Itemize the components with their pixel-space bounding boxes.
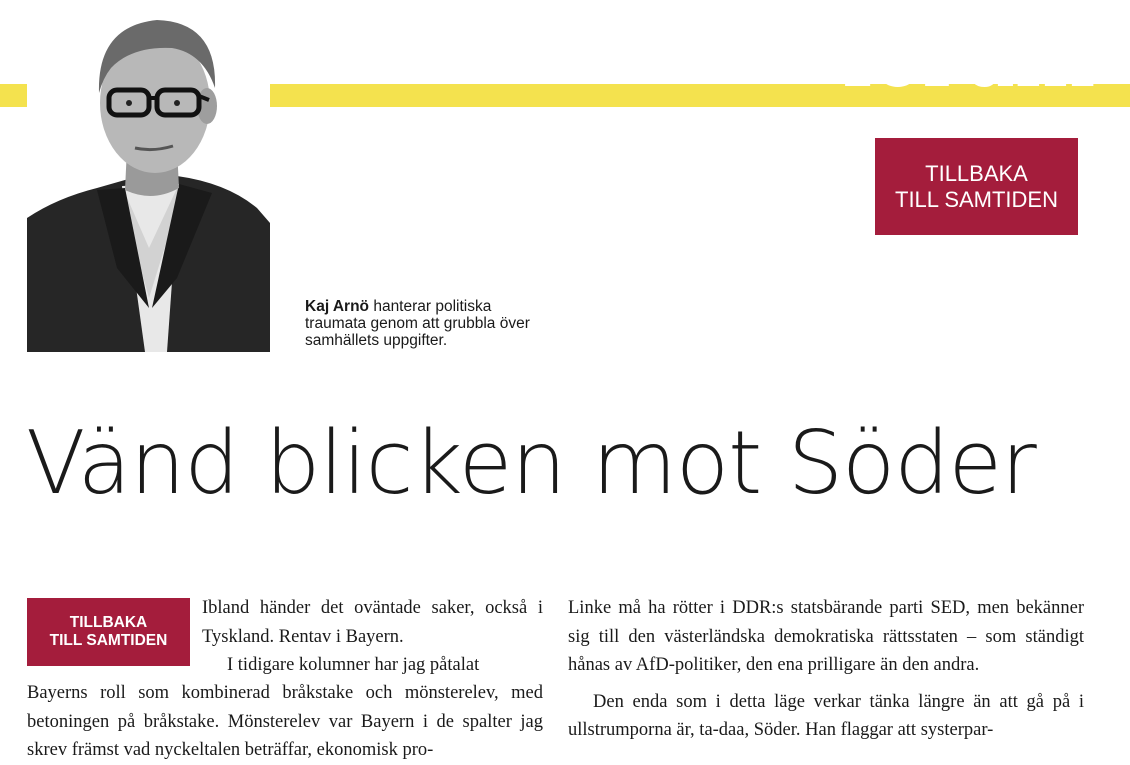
body-para2-start: I tidigare kolumner har jag påtalat [227, 655, 480, 675]
body-para2-rest: Bayerns roll som kombinerad bråkstake oc… [27, 683, 543, 760]
column-badge-small-line2: TILL SAMTIDEN [49, 632, 168, 649]
photo-caption: Kaj Arnö hanterar politiska traumata gen… [305, 298, 545, 349]
body-col2-para2: Den enda som i detta läge verkar tänka l… [568, 691, 1084, 741]
column-badge-line2: TILL SAMTIDEN [895, 186, 1058, 212]
body-intro: Ibland händer det oväntade saker, också … [202, 598, 543, 647]
section-title: forum [842, 14, 1096, 107]
body-column-1-bottom: Bayerns roll som kombinerad bråkstake oc… [27, 679, 543, 765]
body-column-2: Linke må ha rötter i DDR:s statsbärande … [568, 594, 1084, 745]
column-badge-small: TILLBAKA TILL SAMTIDEN [27, 598, 190, 666]
caption-author: Kaj Arnö [305, 298, 370, 315]
column-badge-small-line1: TILLBAKA [69, 614, 148, 631]
body-column-1-top: Ibland händer det oväntade saker, också … [202, 594, 543, 680]
article-headline: Vänd blicken mot Söder [26, 412, 1037, 514]
author-portrait [27, 8, 270, 352]
column-badge-large: TILLBAKA TILL SAMTIDEN [875, 138, 1078, 235]
column-badge-line1: TILLBAKA [925, 160, 1028, 186]
body-col2-para1: Linke må ha rötter i DDR:s statsbärande … [568, 598, 1084, 675]
